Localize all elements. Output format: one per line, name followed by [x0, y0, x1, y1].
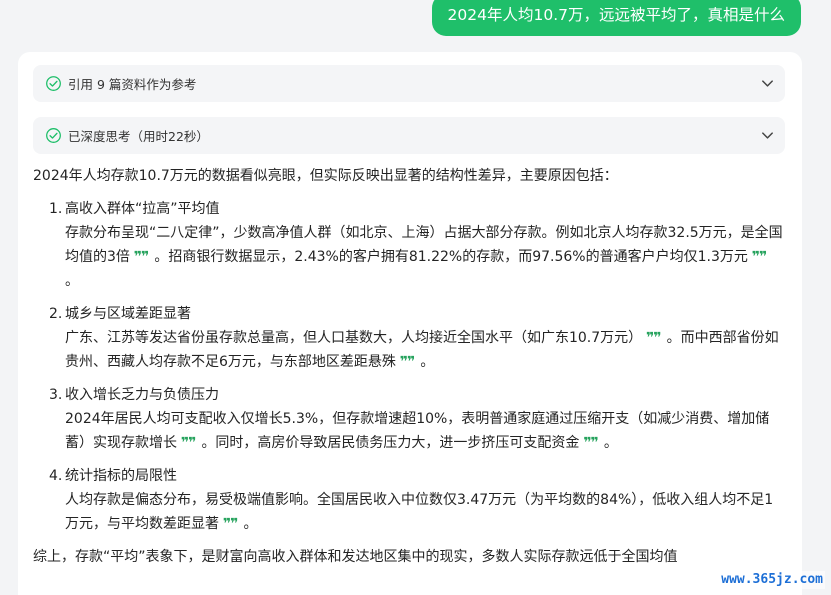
list-item-title: 城乡与区域差距显著 [65, 306, 191, 322]
list-item: 4. 统计指标的局限性 人均存款是偏态分布，易受极端值影响。全国居民收入中位数仅… [49, 464, 785, 536]
list-item-text: 。 [243, 516, 258, 532]
chevron-down-icon[interactable] [760, 76, 775, 91]
citation-quote-icon[interactable]: ❞❞ [583, 431, 598, 455]
list-item-text: 。 [65, 273, 79, 289]
user-message-text: 2024年人均10.7万，远远被平均了，真相是什么 [447, 6, 785, 24]
list-item-number: 1. [49, 201, 63, 217]
list-item-body: 2024年居民人均可支配收入仅增长5.3%，但存款增速超10%，表明普通家庭通过… [49, 407, 785, 455]
list-item: 1. 高收入群体“拉高”平均值 存款分布呈现“二八定律”，少数高净值人群（如北京… [49, 197, 785, 293]
list-item-number: 2. [49, 306, 63, 322]
site-watermark: www.365jz.com [719, 571, 825, 589]
list-item-title: 统计指标的局限性 [65, 468, 177, 484]
citation-quote-icon[interactable]: ❞❞ [752, 245, 767, 269]
citation-quote-icon[interactable]: ❞❞ [181, 431, 196, 455]
list-item: 3. 收入增长乏力与负债压力 2024年居民人均可支配收入仅增长5.3%，但存款… [49, 383, 785, 455]
list-item-body: 存款分布呈现“二八定律”，少数高净值人群（如北京、上海）占据大部分存款。例如北京… [49, 221, 785, 293]
thinking-panel-label: 已深度思考（用时22秒） [68, 129, 209, 144]
thinking-panel-toggle[interactable]: 已深度思考（用时22秒） [33, 117, 785, 154]
list-item-text: 。 [603, 435, 618, 451]
answer-content: 2024年人均存款10.7万元的数据看似亮眼，但实际反映出显著的结构性差异，主要… [33, 164, 785, 569]
answer-intro: 2024年人均存款10.7万元的数据看似亮眼，但实际反映出显著的结构性差异，主要… [33, 168, 618, 184]
list-item-body: 广东、江苏等发达省份虽存款总量高，但人口基数大，人均接近全国水平（如广东10.7… [49, 326, 785, 374]
references-panel-toggle[interactable]: 引用 9 篇资料作为参考 [33, 65, 785, 102]
list-item: 2. 城乡与区域差距显著 广东、江苏等发达省份虽存款总量高，但人口基数大，人均接… [49, 302, 785, 374]
list-item-body: 人均存款是偏态分布，易受极端值影响。全国居民收入中位数仅3.47万元（为平均数的… [49, 488, 785, 536]
answer-summary: 综上，存款“平均”表象下，是财富向高收入群体和发达地区集中的现实，多数人实际存款… [33, 549, 678, 565]
list-item-text: 广东、江苏等发达省份虽存款总量高，但人口基数大，人均接近全国水平（如广东10.7… [65, 330, 643, 346]
list-item-number: 4. [49, 468, 63, 484]
citation-quote-icon[interactable]: ❞❞ [646, 326, 661, 350]
check-circle-icon [46, 128, 61, 143]
citation-quote-icon[interactable]: ❞❞ [223, 512, 238, 536]
chevron-down-icon[interactable] [760, 128, 775, 143]
references-panel-label: 引用 9 篇资料作为参考 [68, 77, 197, 92]
user-message-bubble: 2024年人均10.7万，远远被平均了，真相是什么 [431, 0, 801, 36]
citation-quote-icon[interactable]: ❞❞ [400, 350, 415, 374]
list-item-text: 人均存款是偏态分布，易受极端值影响。全国居民收入中位数仅3.47万元（为平均数的… [65, 492, 774, 532]
list-item-number: 3. [49, 387, 63, 403]
assistant-response-card: 引用 9 篇资料作为参考 已深度思考（用时22秒） 2024年人均存款10.7万… [18, 52, 802, 595]
list-item-title: 收入增长乏力与负债压力 [65, 387, 219, 403]
check-circle-icon [46, 76, 61, 91]
list-item-text: 。招商银行数据显示，2.43%的客户拥有81.22%的存款，而97.56%的普通… [154, 249, 748, 265]
citation-quote-icon[interactable]: ❞❞ [134, 245, 149, 269]
list-item-title: 高收入群体“拉高”平均值 [65, 201, 220, 217]
list-item-text: 。 [420, 354, 435, 370]
list-item-text: 。同时，高房价导致居民债务压力大，进一步挤压可支配资金 [201, 435, 580, 451]
